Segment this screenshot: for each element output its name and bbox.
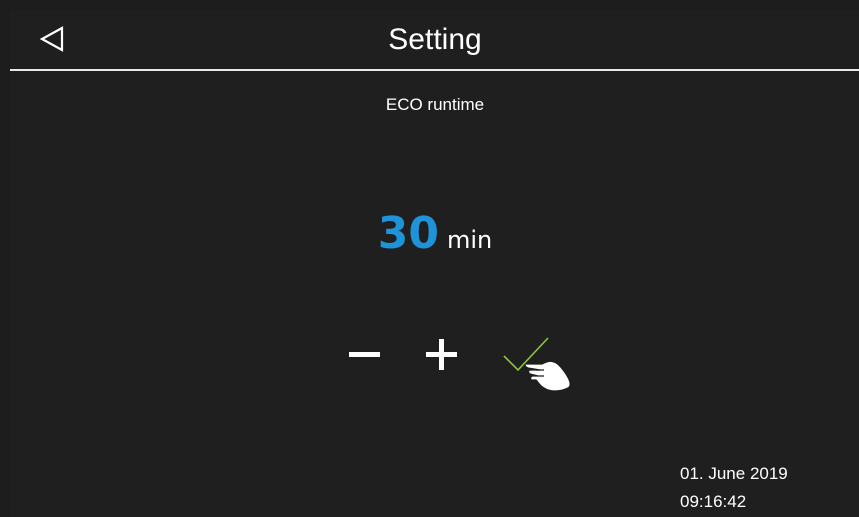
plus-icon [426,339,457,370]
runtime-value: 30 [377,208,439,259]
header-divider [10,69,859,71]
status-datetime: 01. June 2019 09:16:42 [680,460,850,516]
decrease-button[interactable] [346,336,386,372]
current-time: 09:16:42 [680,492,747,511]
confirm-button[interactable] [500,336,580,396]
minus-icon [349,352,380,357]
increase-button[interactable] [423,336,463,372]
setting-label: ECO runtime [385,95,485,114]
runtime-unit: min [446,226,493,254]
header-bar: Setting [10,10,859,71]
hand-pointer-icon [524,360,571,392]
value-display: 30 min [10,208,859,259]
page-title: Setting [388,23,482,56]
current-date: 01. June 2019 [680,464,788,483]
settings-screen: Setting ECO runtime 30 min 01. June 2019 … [10,10,859,517]
